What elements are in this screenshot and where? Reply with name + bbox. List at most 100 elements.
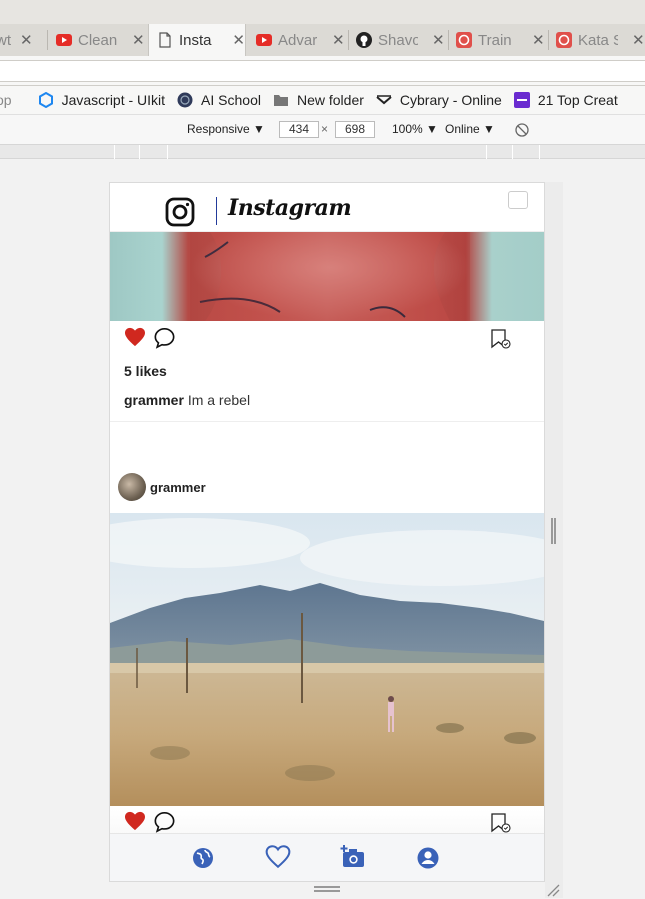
- github-icon: [356, 32, 372, 48]
- bookmark-save-icon[interactable]: [490, 328, 512, 350]
- post1-actions: [110, 325, 544, 355]
- tab-label: Train: [478, 31, 512, 49]
- header-divider: [216, 197, 217, 225]
- tab-label: wt: [0, 31, 11, 49]
- post1-image-art: [199, 232, 450, 321]
- tab-separator: [448, 30, 449, 50]
- rotate-icon[interactable]: [514, 122, 530, 138]
- heart-outline-icon[interactable]: [264, 844, 292, 869]
- add-photo-icon[interactable]: [340, 844, 366, 870]
- device-toolbar: Responsive ▼ 434 × 698 100% ▼ Online ▼: [0, 114, 645, 144]
- tab-separator: [47, 30, 48, 50]
- device-viewport: Instagram 5 likes grammer Im a rebel gra…: [109, 182, 545, 882]
- height-input[interactable]: 698: [335, 121, 375, 138]
- width-input[interactable]: 434: [279, 121, 319, 138]
- scrimba-icon: [456, 32, 472, 48]
- bookmark-ai-school[interactable]: AI School: [177, 92, 261, 108]
- post-separator: [110, 421, 544, 422]
- resize-handle-bottom[interactable]: [314, 886, 340, 892]
- post1-image: [110, 232, 544, 321]
- tab-label: Kata S: [578, 31, 618, 49]
- youtube-icon: [256, 34, 272, 46]
- device-mode-select[interactable]: Responsive ▼: [187, 122, 265, 136]
- tab-train[interactable]: Train ✕: [456, 24, 548, 56]
- bookmark-label: Cybrary - Online: [399, 92, 502, 108]
- uikit-icon: [38, 92, 53, 108]
- tab-label: Clean: [78, 31, 118, 49]
- ai-school-icon: [177, 92, 193, 108]
- tab-label: Shavo: [378, 31, 418, 49]
- heart-filled-icon[interactable]: [124, 811, 146, 831]
- ig-header: Instagram: [110, 183, 544, 232]
- post1-caption: grammer Im a rebel: [124, 392, 250, 408]
- bookmark-label: AI School: [201, 92, 261, 108]
- bookmark-cybrary[interactable]: Cybrary - Online: [376, 92, 502, 108]
- tab-shavo[interactable]: Shavo ✕: [356, 24, 448, 56]
- tab-advar[interactable]: Advar ✕: [256, 24, 348, 56]
- width-value: 434: [288, 122, 310, 136]
- bookmark-uikit[interactable]: Javascript - UIkit: [38, 92, 165, 108]
- title-bar: [0, 0, 645, 24]
- close-icon[interactable]: ✕: [232, 31, 245, 49]
- tab-separator: [348, 30, 349, 50]
- address-bar-area: [0, 56, 645, 86]
- tab-insta[interactable]: Insta ✕: [148, 24, 246, 56]
- tab-clean[interactable]: Clean ✕: [56, 24, 148, 56]
- close-icon[interactable]: ✕: [632, 31, 645, 49]
- bookmark-save-icon[interactable]: [490, 812, 512, 834]
- post2-header: grammer: [110, 473, 544, 513]
- bookmark-label: Javascript - UIkit: [61, 92, 166, 108]
- page-icon: [159, 32, 171, 48]
- post2-image: [110, 513, 544, 806]
- bookmark-label: 21 Top Creat: [537, 92, 618, 108]
- youtube-icon: [56, 34, 72, 46]
- post2-username[interactable]: grammer: [150, 480, 206, 495]
- media-query-bar: [0, 144, 645, 160]
- height-value: 698: [344, 122, 366, 136]
- resize-corner-icon[interactable]: [546, 883, 560, 897]
- close-icon[interactable]: ✕: [20, 31, 33, 49]
- instagram-camera-icon[interactable]: [165, 197, 195, 227]
- account-icon[interactable]: [416, 846, 440, 870]
- resize-handle-right[interactable]: [551, 518, 556, 544]
- tab-wt[interactable]: wt ✕: [0, 24, 44, 56]
- comment-icon[interactable]: [153, 811, 176, 833]
- times-sign: ×: [321, 122, 329, 136]
- cybrary-icon: [376, 95, 392, 105]
- bookmark-new-folder[interactable]: New folder: [273, 92, 364, 108]
- instagram-wordmark: Instagram: [228, 195, 352, 221]
- close-icon[interactable]: ✕: [432, 31, 445, 49]
- post1-caption-username[interactable]: grammer: [124, 392, 184, 408]
- comment-icon[interactable]: [153, 327, 176, 349]
- post1-caption-text: Im a rebel: [187, 392, 251, 408]
- bookmarks-bar: op Javascript - UIkit AI School New fold…: [0, 86, 645, 114]
- header-checkbox[interactable]: [508, 191, 528, 209]
- close-icon[interactable]: ✕: [532, 31, 545, 49]
- bookmark-colorlib[interactable]: 21 Top Creat: [513, 92, 618, 108]
- heart-filled-icon[interactable]: [124, 327, 146, 347]
- colorlib-icon: [513, 92, 530, 108]
- dropdown-arrow-icon: ▼: [483, 122, 495, 136]
- tab-separator: [548, 30, 549, 50]
- bookmark-op[interactable]: op: [0, 92, 12, 108]
- globe-icon[interactable]: [191, 846, 215, 870]
- zoom-select[interactable]: 100% ▼: [392, 122, 438, 136]
- bookmark-label: op: [0, 92, 12, 108]
- tab-label: Advar: [278, 31, 318, 49]
- browser-tab-strip: wt ✕ Clean ✕ Insta ✕ Advar ✕ Shavo ✕ Tra…: [0, 0, 645, 56]
- avatar[interactable]: [118, 473, 146, 501]
- network-label: Online: [445, 122, 480, 136]
- zoom-label: 100%: [392, 122, 423, 136]
- close-icon[interactable]: ✕: [332, 31, 345, 49]
- tab-label: Insta: [179, 31, 212, 49]
- address-bar[interactable]: [0, 60, 645, 82]
- bookmark-label: New folder: [296, 92, 364, 108]
- scrimba-icon: [556, 32, 572, 48]
- device-mode-label: Responsive: [187, 122, 250, 136]
- bottom-nav-bar: [110, 833, 544, 881]
- close-icon[interactable]: ✕: [132, 31, 145, 49]
- dropdown-arrow-icon: ▼: [253, 122, 265, 136]
- network-throttle-select[interactable]: Online ▼: [445, 122, 495, 136]
- post2-landscape-art: [110, 513, 544, 806]
- tab-kata[interactable]: Kata S ✕: [556, 24, 645, 56]
